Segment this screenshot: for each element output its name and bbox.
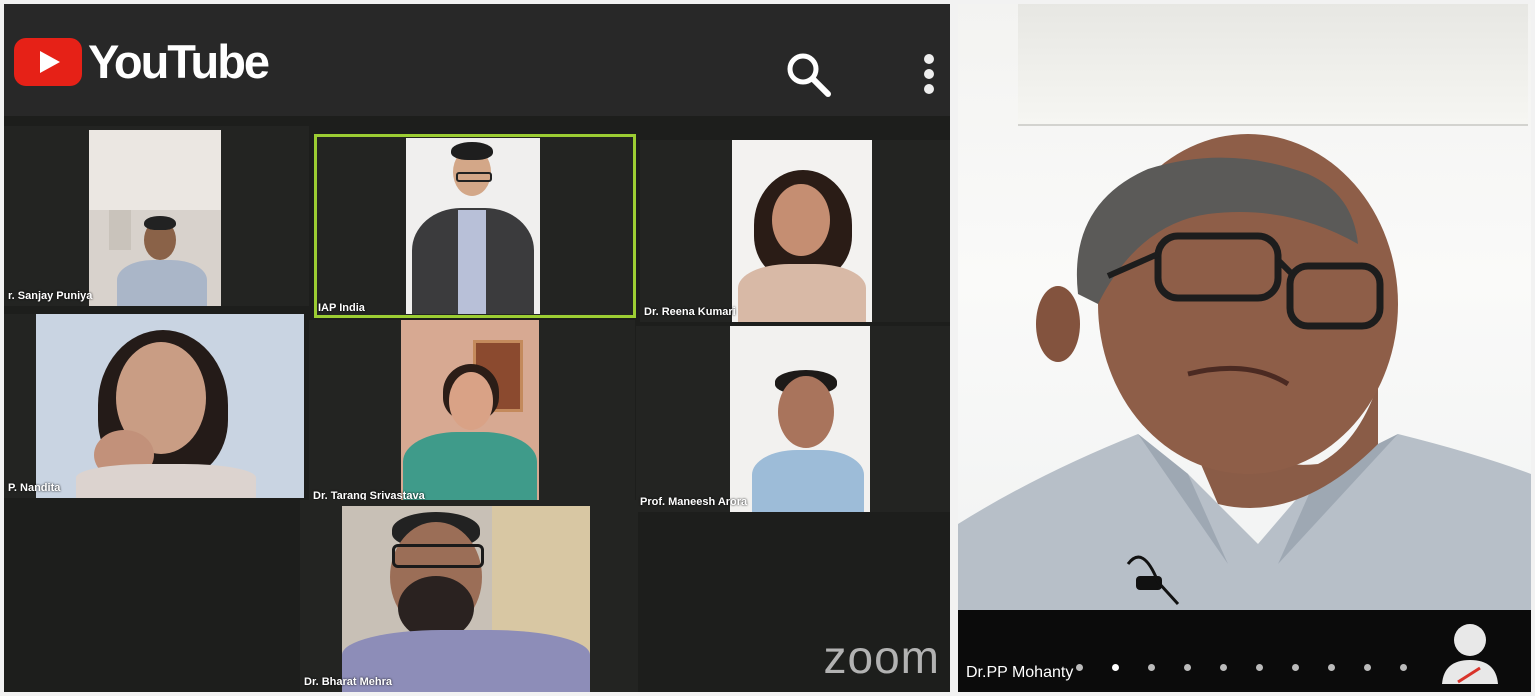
youtube-header: YouTube [4, 4, 950, 116]
participant-name: Dr. Bharat Mehra [304, 676, 393, 688]
participant-tile[interactable]: Dr. Reena Kumari [640, 140, 950, 322]
participant-video [730, 326, 870, 512]
speaker-video [958, 134, 1531, 610]
participant-name: r. Sanjay Puniya [8, 290, 93, 302]
zoom-gallery-grid: r. Sanjay Puniya IAP India Dr. Reena Kum… [4, 116, 950, 692]
page-dot[interactable] [1328, 664, 1335, 671]
zoom-watermark: zoom [823, 631, 940, 683]
search-icon[interactable] [784, 50, 832, 98]
participant-video [342, 506, 590, 692]
page-indicator-dots[interactable] [1076, 658, 1436, 671]
participant-name: IAP India [318, 302, 365, 314]
speaker-view: Dr.PP Mohanty [958, 4, 1531, 692]
participant-name: Prof. Maneesh Arora [640, 496, 748, 508]
youtube-wordmark[interactable]: YouTube [88, 34, 270, 89]
page-dot[interactable] [1184, 664, 1191, 671]
participant-name: Dr. Reena Kumari [644, 306, 736, 318]
speaker-bottom-bar: Dr.PP Mohanty [958, 610, 1531, 692]
participant-video [406, 138, 540, 314]
youtube-logo-icon[interactable] [14, 38, 82, 86]
participant-video [36, 314, 304, 498]
participant-tile[interactable]: Prof. Maneesh Arora [636, 326, 950, 512]
participant-name: P. Nandita [8, 482, 61, 494]
participant-tile[interactable]: Dr. Bharat Mehra [300, 500, 638, 692]
participant-video [89, 130, 221, 306]
page-dot[interactable] [1220, 664, 1227, 671]
page-dot[interactable] [1364, 664, 1371, 671]
user-avatar-icon[interactable] [1440, 622, 1500, 686]
youtube-zoom-screen: YouTube r. Sanjay Puniya IAP India Dr. R… [4, 4, 950, 692]
participant-tile[interactable]: Dr. Tarang Srivastava [309, 320, 635, 506]
page-dot[interactable] [1148, 664, 1155, 671]
participant-tile-active[interactable]: IAP India [314, 134, 636, 318]
page-dot[interactable] [1292, 664, 1299, 671]
more-vert-icon[interactable] [918, 54, 940, 100]
page-dot[interactable] [1256, 664, 1263, 671]
page-dot[interactable] [1076, 664, 1083, 671]
participant-video [401, 320, 539, 506]
participant-video [732, 140, 872, 322]
participant-tile[interactable]: r. Sanjay Puniya [4, 126, 309, 306]
speaker-name: Dr.PP Mohanty [966, 664, 1074, 681]
page-dot[interactable] [1400, 664, 1407, 671]
participant-tile[interactable]: P. Nandita [4, 314, 304, 498]
page-dot[interactable] [1112, 664, 1119, 671]
